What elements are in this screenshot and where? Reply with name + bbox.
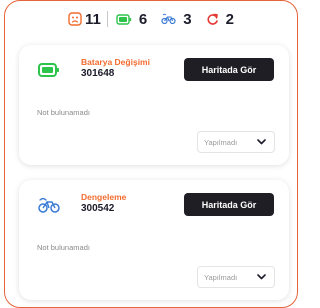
- vehicle-id: 301648: [81, 68, 115, 79]
- vehicle-id: 300542: [81, 203, 115, 214]
- summary-item-issues[interactable]: 11: [68, 11, 101, 28]
- show-on-map-button[interactable]: Haritada Gör: [184, 58, 274, 81]
- task-note: Not bulunamadı: [37, 108, 90, 117]
- summary-count-issues: 11: [85, 10, 101, 28]
- summary-count-battery: 6: [138, 10, 148, 28]
- task-card: Dengeleme 300542 Haritada Gör Not buluna…: [19, 180, 289, 300]
- status-value: Yapılmadı: [204, 137, 238, 147]
- battery-icon: [38, 63, 59, 77]
- status-value: Yapılmadı: [204, 272, 238, 282]
- summary-item-battery[interactable]: 6: [116, 11, 147, 28]
- refresh-icon: [207, 13, 218, 25]
- task-summary-bar: 11 6 3 2: [0, 8, 302, 30]
- warning-face-icon: [68, 12, 82, 26]
- battery-icon: [116, 13, 132, 25]
- summary-count-refresh: 2: [225, 10, 234, 28]
- chevron-down-icon: [257, 274, 266, 280]
- show-on-map-button[interactable]: Haritada Gör: [184, 193, 274, 216]
- summary-divider: [106, 11, 108, 27]
- chevron-down-icon: [257, 139, 266, 145]
- summary-item-refresh[interactable]: 2: [206, 11, 234, 28]
- status-dropdown[interactable]: Yapılmadı: [197, 131, 275, 153]
- task-note: Not bulunamadı: [37, 243, 90, 252]
- task-card: Batarya Değişimi 301648 Haritada Gör Not…: [19, 45, 289, 165]
- summary-item-rebalance[interactable]: 3: [161, 10, 192, 28]
- summary-count-rebalance: 3: [183, 10, 192, 28]
- status-dropdown[interactable]: Yapılmadı: [197, 266, 275, 288]
- task-type-label: Dengeleme: [81, 192, 127, 202]
- task-type-label: Batarya Değişimi: [81, 57, 150, 67]
- bicycle-icon: [161, 13, 176, 25]
- bicycle-icon: [38, 197, 60, 213]
